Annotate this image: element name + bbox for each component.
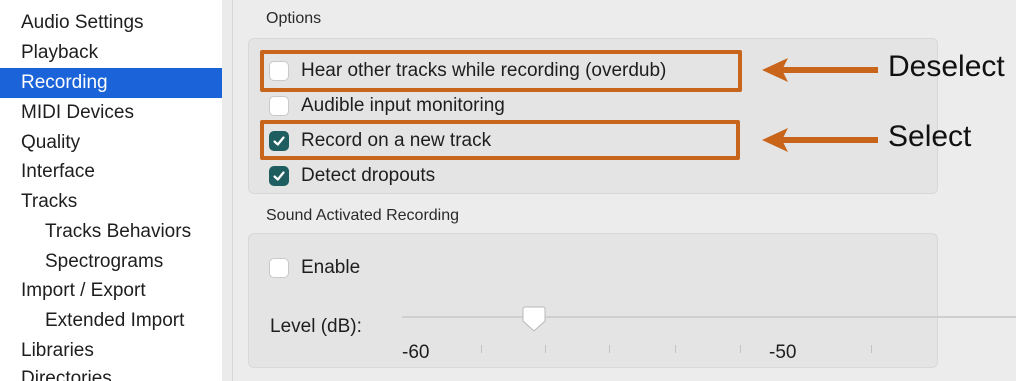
sidebar-item-tracks-behaviors[interactable]: Tracks Behaviors <box>0 217 222 247</box>
select-highlight-box <box>260 120 740 160</box>
sidebar-item-directories[interactable]: Directories <box>0 364 222 381</box>
sidebar-item-recording[interactable]: Recording <box>0 68 222 98</box>
level-slider-track[interactable] <box>402 316 1016 318</box>
level-label: Level (dB): <box>270 316 362 337</box>
deselect-annotation: Deselect <box>888 50 1005 83</box>
detect-dropouts-checkbox[interactable] <box>269 166 289 186</box>
sidebar-item-extended-import[interactable]: Extended Import <box>0 306 222 336</box>
split-divider-line <box>232 0 233 381</box>
options-section-title: Options <box>266 10 322 27</box>
audible-input-monitoring-checkbox-row[interactable]: Audible input monitoring <box>269 91 505 121</box>
sidebar-item-spectrograms[interactable]: Spectrograms <box>0 247 222 277</box>
sound-activated-section-title: Sound Activated Recording <box>266 207 460 224</box>
slider-tick <box>481 345 482 353</box>
enable-checkbox[interactable] <box>269 258 289 278</box>
enable-checkbox-row[interactable]: Enable <box>269 253 360 283</box>
enable-label: Enable <box>301 257 361 278</box>
audible-input-monitoring-label: Audible input monitoring <box>301 95 505 116</box>
audible-input-monitoring-checkbox[interactable] <box>269 96 289 116</box>
detect-dropouts-label: Detect dropouts <box>301 165 436 186</box>
level-slider-thumb[interactable] <box>522 306 546 332</box>
slider-tick <box>675 345 676 353</box>
detect-dropouts-checkbox-row[interactable]: Detect dropouts <box>269 161 435 191</box>
deselect-highlight-box <box>260 50 742 92</box>
sidebar-item-import-export[interactable]: Import / Export <box>0 276 222 306</box>
sidebar-item-audio-settings[interactable]: Audio Settings <box>0 8 222 38</box>
select-annotation: Select <box>888 120 972 153</box>
sidebar-item-libraries[interactable]: Libraries <box>0 336 222 366</box>
deselect-arrow-icon <box>762 58 878 82</box>
sidebar-item-quality[interactable]: Quality <box>0 128 222 158</box>
split-divider[interactable] <box>222 0 238 381</box>
preferences-sidebar: Audio Settings Playback Recording MIDI D… <box>0 0 222 381</box>
checkmark-icon <box>273 171 285 181</box>
slider-tick <box>609 345 610 353</box>
tick-label-minus-50: -50 <box>769 342 797 363</box>
sidebar-item-tracks[interactable]: Tracks <box>0 187 222 217</box>
slider-tick <box>545 345 546 353</box>
tick-label-minus-60: -60 <box>402 342 430 363</box>
slider-tick <box>740 345 741 353</box>
slider-tick <box>871 345 872 353</box>
sidebar-item-playback[interactable]: Playback <box>0 38 222 68</box>
sidebar-item-midi-devices[interactable]: MIDI Devices <box>0 98 222 128</box>
select-arrow-icon <box>762 128 878 152</box>
sidebar-item-interface[interactable]: Interface <box>0 157 222 187</box>
